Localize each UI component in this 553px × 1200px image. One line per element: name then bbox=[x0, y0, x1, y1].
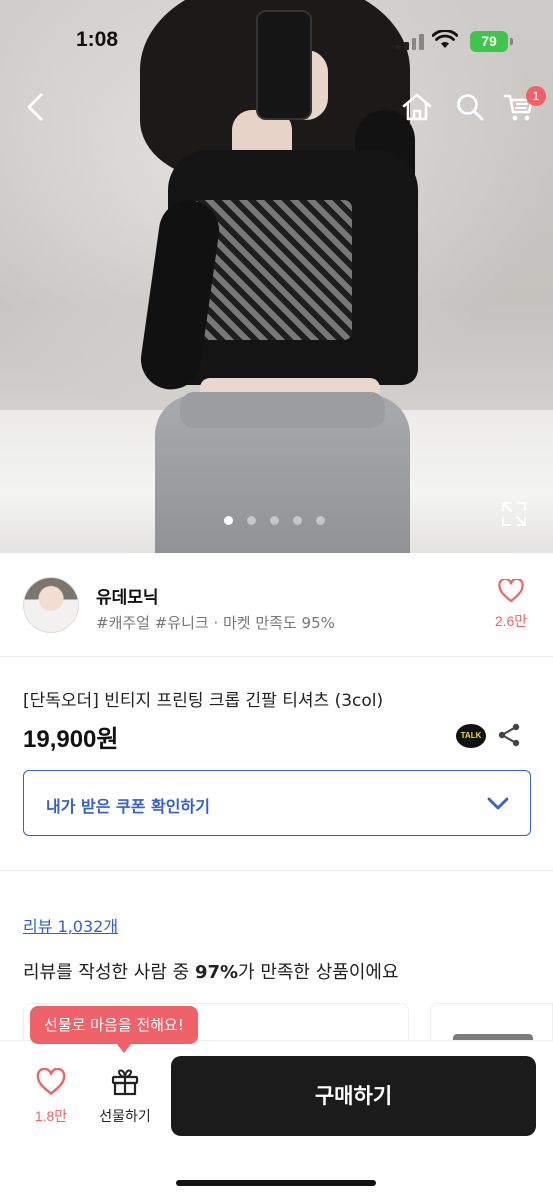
page-dot[interactable] bbox=[293, 516, 302, 525]
image-pagination[interactable] bbox=[224, 516, 325, 525]
back-button[interactable] bbox=[16, 88, 54, 126]
seller-section[interactable]: 유데모닉 #캐주얼 #유니크 · 마켓 만족도 95% 2.6만 bbox=[0, 553, 553, 657]
home-button[interactable] bbox=[398, 88, 436, 126]
seller-tags: #캐주얼 #유니크 · 마켓 만족도 95% bbox=[96, 614, 335, 632]
seller-name[interactable]: 유데모닉 bbox=[96, 583, 159, 608]
share-icon[interactable] bbox=[496, 722, 522, 748]
page-dot[interactable] bbox=[270, 516, 279, 525]
home-icon bbox=[402, 93, 432, 121]
satisfaction-suffix: 가 만족한 상품이에요 bbox=[238, 962, 399, 983]
wishlist-count: 1.8만 bbox=[34, 1108, 68, 1124]
product-image[interactable] bbox=[0, 0, 553, 553]
chevron-down-icon bbox=[487, 797, 509, 810]
satisfaction-percent: 97% bbox=[194, 962, 239, 983]
reviews-link[interactable]: 리뷰 1,032개 bbox=[23, 913, 118, 937]
buy-button[interactable]: 구매하기 bbox=[171, 1056, 536, 1136]
status-time: 1:08 bbox=[76, 28, 119, 51]
cart-count-badge: 1 bbox=[526, 86, 546, 106]
gift-button[interactable]: 선물하기 bbox=[90, 1068, 160, 1126]
product-title: [단독오더] 빈티지 프린팅 크롭 긴팔 티셔츠 (3col) bbox=[23, 691, 384, 711]
product-price: 19,900원 bbox=[23, 726, 119, 753]
home-indicator bbox=[176, 1180, 376, 1186]
section-divider bbox=[0, 870, 553, 871]
wifi-icon bbox=[432, 30, 458, 48]
cellular-signal-icon bbox=[396, 34, 424, 50]
gift-label: 선물하기 bbox=[99, 1109, 151, 1125]
cart-button[interactable]: 1 bbox=[500, 86, 546, 126]
gift-tooltip: 선물로 마음을 전해요! bbox=[30, 1006, 198, 1044]
page-dot[interactable] bbox=[316, 516, 325, 525]
review-satisfaction: 리뷰를 작성한 사람 중 97%가 만족한 상품이에요 bbox=[23, 958, 399, 984]
seller-like-count: 2.6만 bbox=[494, 613, 528, 629]
seller-like-button[interactable]: 2.6만 bbox=[486, 577, 536, 631]
page-dot[interactable] bbox=[224, 516, 233, 525]
coupon-dropdown[interactable]: 내가 받은 쿠폰 확인하기 bbox=[23, 770, 531, 836]
photo-pants-waistband bbox=[180, 392, 385, 428]
gift-icon bbox=[111, 1069, 139, 1096]
coupon-label: 내가 받은 쿠폰 확인하기 bbox=[46, 797, 210, 816]
heart-icon bbox=[36, 1067, 66, 1095]
heart-icon bbox=[498, 577, 524, 603]
tooltip-tail bbox=[116, 1043, 132, 1053]
search-icon bbox=[457, 94, 484, 121]
chevron-left-icon bbox=[27, 93, 43, 121]
satisfaction-prefix: 리뷰를 작성한 사람 중 bbox=[23, 962, 195, 983]
page-dot[interactable] bbox=[247, 516, 256, 525]
battery-indicator: 79 bbox=[470, 31, 513, 52]
seller-avatar[interactable] bbox=[23, 577, 79, 633]
kakao-talk-button[interactable]: TALK bbox=[456, 724, 486, 748]
wishlist-button[interactable]: 1.8만 bbox=[25, 1067, 77, 1126]
search-button[interactable] bbox=[451, 88, 489, 126]
status-bar: 1:08 79 bbox=[0, 0, 553, 80]
expand-icon[interactable] bbox=[500, 500, 528, 528]
